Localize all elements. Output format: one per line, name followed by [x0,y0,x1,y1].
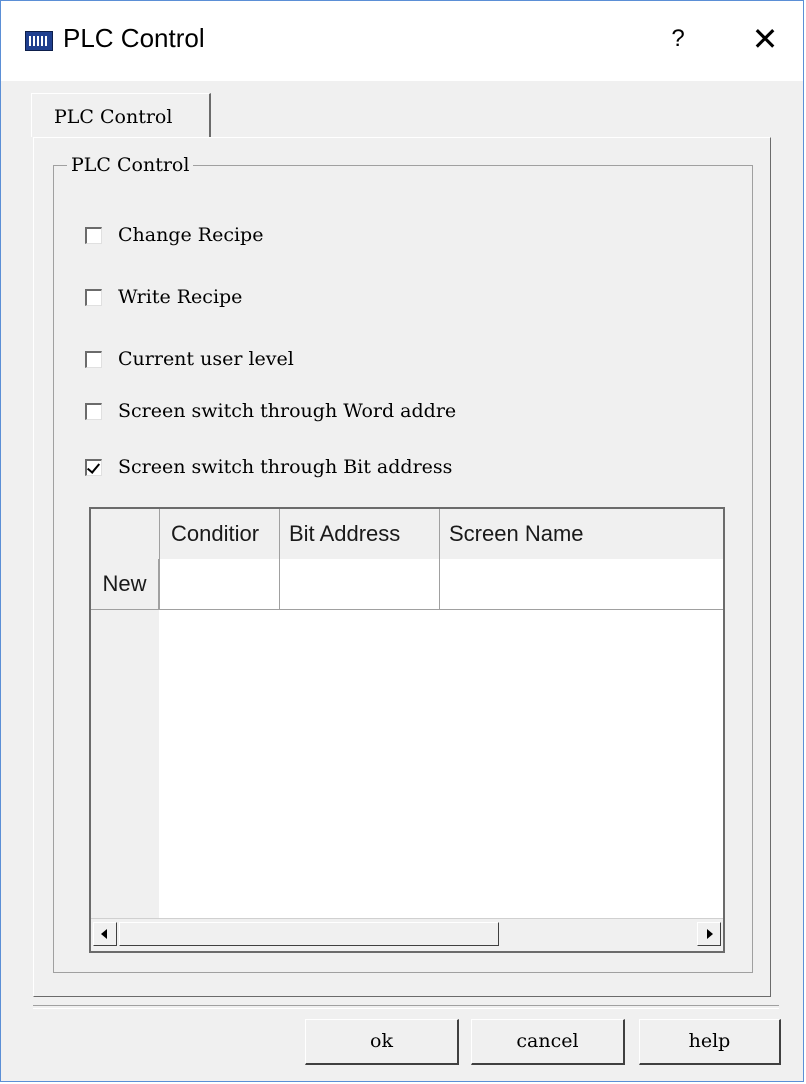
table-row[interactable] [91,559,723,610]
current-user-level-checkbox[interactable] [85,350,102,368]
question-mark-icon[interactable]: ? [663,21,693,57]
column-divider [439,509,440,609]
divider [33,1005,779,1009]
write-recipe-checkbox[interactable] [85,288,102,306]
write-recipe-label[interactable]: Write Recipe [118,286,242,308]
column-header-bit-address[interactable]: Bit Address [289,509,435,559]
change-recipe-label[interactable]: Change Recipe [118,224,263,246]
new-row-header[interactable]: New [91,559,159,609]
window-title: PLC Control [63,23,205,53]
column-header-screen-name[interactable]: Screen Name [449,509,709,559]
hmi-app-icon [25,31,53,51]
ok-button[interactable]: ok [305,1019,459,1065]
scrollbar-thumb[interactable] [119,922,499,946]
screen-switch-bit-checkbox[interactable] [85,458,102,476]
screen-switch-word-label[interactable]: Screen switch through Word addre [118,400,456,422]
column-header-condition[interactable]: Conditior [171,509,277,559]
write-recipe-checkbox-row[interactable]: Write Recipe [85,283,242,311]
triangle-right-icon[interactable] [697,922,721,946]
current-user-level-label[interactable]: Current user level [118,348,294,370]
bit-address-table[interactable]: Conditior Bit Address Screen Name New [89,507,725,953]
screen-switch-bit-label[interactable]: Screen switch through Bit address [118,456,452,478]
screen-switch-word-checkbox-row[interactable]: Screen switch through Word addre [85,397,456,425]
close-icon[interactable]: ✕ [745,19,785,59]
title-bar: PLC Control ? ✕ [1,1,803,81]
screen-switch-bit-checkbox-row[interactable]: Screen switch through Bit address [85,453,452,481]
table-header: Conditior Bit Address Screen Name [91,509,723,560]
triangle-left-icon[interactable] [93,922,117,946]
current-user-level-checkbox-row[interactable]: Current user level [85,345,294,373]
tab-plc-control[interactable]: PLC Control [31,93,211,137]
change-recipe-checkbox[interactable] [85,226,102,244]
plc-control-dialog: PLC Control ? ✕ PLC Control PLC Control … [0,0,804,1082]
groupbox-title: PLC Control [67,154,194,176]
help-button[interactable]: help [639,1019,781,1065]
change-recipe-checkbox-row[interactable]: Change Recipe [85,221,263,249]
cancel-button[interactable]: cancel [471,1019,625,1065]
column-divider [279,509,280,609]
tab-label: PLC Control [54,106,173,128]
horizontal-scrollbar[interactable] [91,918,723,951]
screen-switch-word-checkbox[interactable] [85,402,102,420]
column-divider [159,509,160,609]
